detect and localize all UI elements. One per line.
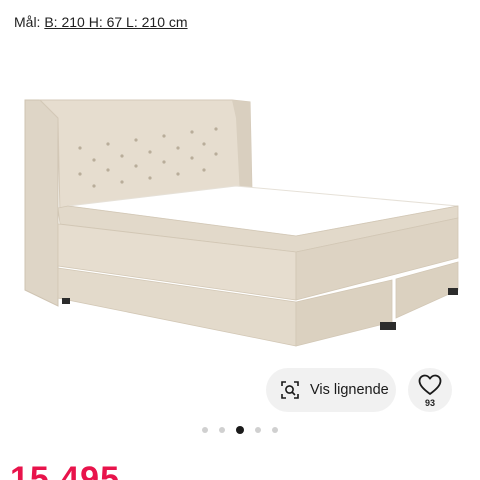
dimensions-label: Mål: [14,14,45,30]
show-similar-label: Vis lignende [310,382,389,398]
heart-icon [418,374,442,396]
carousel-dot[interactable] [255,427,261,433]
visual-search-icon [280,380,300,400]
price: 15 495 [10,460,120,480]
favorite-button[interactable]: 93 [408,368,452,412]
dimensions-value[interactable]: B: 210 H: 67 L: 210 cm [44,14,187,30]
product-image[interactable] [0,78,480,350]
carousel-dot[interactable] [236,426,244,434]
carousel-dot[interactable] [272,427,278,433]
carousel-dot[interactable] [202,427,208,433]
show-similar-button[interactable]: Vis lignende [266,368,396,412]
boxspring-bed-image [24,99,459,347]
carousel-dot[interactable] [219,427,225,433]
carousel-indicator [0,426,480,434]
favorite-count: 93 [424,398,435,408]
dimensions-text: Mål: B: 210 H: 67 L: 210 cm [14,14,188,30]
